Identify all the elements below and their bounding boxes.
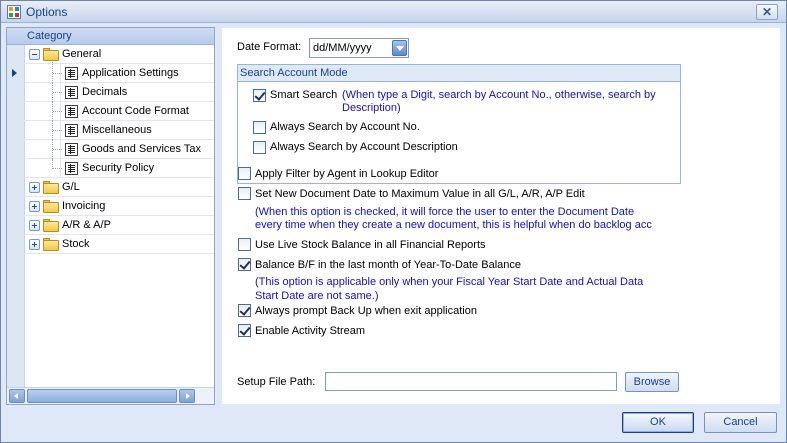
new-doc-date-label: Set New Document Date to Maximum Value i…: [255, 188, 585, 200]
scrollbar-thumb[interactable]: [27, 389, 177, 403]
live-stock-checkbox[interactable]: [238, 238, 251, 251]
tree-node-stock[interactable]: Stock: [7, 235, 214, 254]
live-stock-label: Use Live Stock Balance in all Financial …: [255, 239, 486, 251]
balance-bf-checkbox[interactable]: [238, 258, 251, 271]
expand-icon[interactable]: [29, 239, 40, 250]
chevron-down-icon[interactable]: [392, 40, 407, 56]
tree-node-label: General: [62, 48, 102, 60]
collapse-icon[interactable]: [29, 49, 40, 60]
folder-icon: [43, 200, 59, 213]
tree-node-miscellaneous[interactable]: Miscellaneous: [7, 121, 214, 140]
search-by-account-no-checkbox[interactable]: [253, 121, 266, 134]
tree-node-account-code-format[interactable]: Account Code Format: [7, 102, 214, 121]
group-title-label: Search Account Mode: [240, 67, 348, 79]
backup-prompt-checkbox[interactable]: [238, 304, 251, 317]
tree-node-application-settings[interactable]: Application Settings: [7, 62, 214, 83]
apply-filter-checkbox[interactable]: [238, 167, 251, 180]
title-bar[interactable]: Options ✕: [1, 1, 786, 23]
settings-sheet-icon: [65, 162, 78, 175]
setup-file-path-label: Setup File Path:: [237, 376, 316, 388]
tree-node-label: Invoicing: [62, 200, 106, 212]
close-button[interactable]: ✕: [756, 4, 778, 20]
category-tree: General Application Settings Decimals Ac…: [7, 45, 214, 254]
chevron-right-icon: [186, 393, 190, 399]
tree-node-label: Security Policy: [82, 162, 155, 174]
tree-node-ar-ap[interactable]: A/R & A/P: [7, 216, 214, 235]
browse-button[interactable]: Browse: [625, 372, 679, 392]
search-by-description-label: Always Search by Account Description: [270, 141, 458, 153]
balance-bf-note-1: (This option is applicable only when you…: [255, 276, 644, 288]
new-doc-date-checkbox[interactable]: [238, 187, 251, 200]
tree-node-gl[interactable]: G/L: [7, 178, 214, 197]
smart-search-checkbox[interactable]: [253, 89, 266, 102]
search-account-mode-title: Search Account Mode: [238, 65, 680, 82]
window-title: Options: [26, 5, 68, 19]
tree-node-label: Miscellaneous: [82, 124, 152, 136]
backup-prompt-label: Always prompt Back Up when exit applicat…: [255, 305, 477, 317]
activity-stream-checkbox[interactable]: [238, 324, 251, 337]
expand-icon[interactable]: [29, 182, 40, 193]
smart-search-label: Smart Search: [270, 89, 338, 101]
tree-node-label: Application Settings: [82, 67, 179, 79]
tree-node-label: Goods and Services Tax: [82, 143, 202, 155]
folder-icon: [43, 219, 59, 232]
date-format-value: dd/MM/yyyy: [313, 42, 372, 54]
current-row-indicator: [7, 64, 25, 83]
new-doc-date-note-2: every time when they create a new docume…: [255, 219, 652, 231]
scroll-right-button[interactable]: [179, 389, 195, 403]
folder-icon: [43, 238, 59, 251]
settings-sheet-icon: [65, 105, 78, 118]
smart-search-note-2: Description): [342, 102, 401, 114]
search-account-mode-group: Search Account Mode Smart Search (When t…: [237, 64, 681, 184]
options-app-icon: [7, 5, 21, 19]
tree-node-invoicing[interactable]: Invoicing: [7, 197, 214, 216]
search-by-description-checkbox[interactable]: [253, 141, 266, 154]
ok-button[interactable]: OK: [622, 412, 694, 433]
tree-node-decimals[interactable]: Decimals: [7, 83, 214, 102]
tree-node-label: Stock: [62, 238, 90, 250]
balance-bf-note-2: Start Date are not same.): [255, 290, 379, 302]
cancel-button[interactable]: Cancel: [704, 412, 777, 433]
tree-node-security-policy[interactable]: Security Policy: [7, 159, 214, 178]
expand-icon[interactable]: [29, 220, 40, 231]
options-window: Options ✕ Category General Application S…: [0, 0, 787, 443]
tree-node-label: G/L: [62, 181, 80, 193]
chevron-left-icon: [14, 393, 18, 399]
settings-sheet-icon: [65, 86, 78, 99]
scroll-left-button[interactable]: [9, 389, 25, 403]
tree-node-goods-and-services-tax[interactable]: Goods and Services Tax: [7, 140, 214, 159]
apply-filter-label: Apply Filter by Agent in Lookup Editor: [255, 168, 439, 180]
tree-node-general[interactable]: General: [7, 45, 214, 64]
balance-bf-label: Balance B/F in the last month of Year-To…: [255, 259, 521, 271]
current-row-arrow-icon: [12, 69, 17, 77]
expand-icon[interactable]: [29, 201, 40, 212]
search-by-account-no-label: Always Search by Account No.: [270, 121, 420, 133]
tree-node-label: Account Code Format: [82, 105, 189, 117]
category-header[interactable]: Category: [7, 28, 214, 45]
date-format-label: Date Format:: [237, 41, 302, 53]
horizontal-scrollbar[interactable]: [7, 387, 214, 404]
category-header-label: Category: [27, 30, 72, 42]
category-panel: Category General Application Settings De…: [6, 27, 215, 405]
folder-icon: [43, 48, 59, 61]
settings-sheet-icon: [65, 67, 78, 80]
settings-sheet-icon: [65, 124, 78, 137]
setup-file-path-input[interactable]: [325, 372, 617, 391]
new-doc-date-note-1: (When this option is checked, it will fo…: [255, 206, 635, 218]
tree-node-label: A/R & A/P: [62, 219, 111, 231]
tree-node-label: Decimals: [82, 86, 128, 98]
date-format-select[interactable]: dd/MM/yyyy: [309, 38, 409, 58]
smart-search-note-1: (When type a Digit, search by Account No…: [342, 89, 656, 101]
settings-sheet-icon: [65, 143, 78, 156]
activity-stream-label: Enable Activity Stream: [255, 325, 366, 337]
settings-panel: Date Format: dd/MM/yyyy Search Account M…: [221, 27, 781, 405]
folder-icon: [43, 181, 59, 194]
